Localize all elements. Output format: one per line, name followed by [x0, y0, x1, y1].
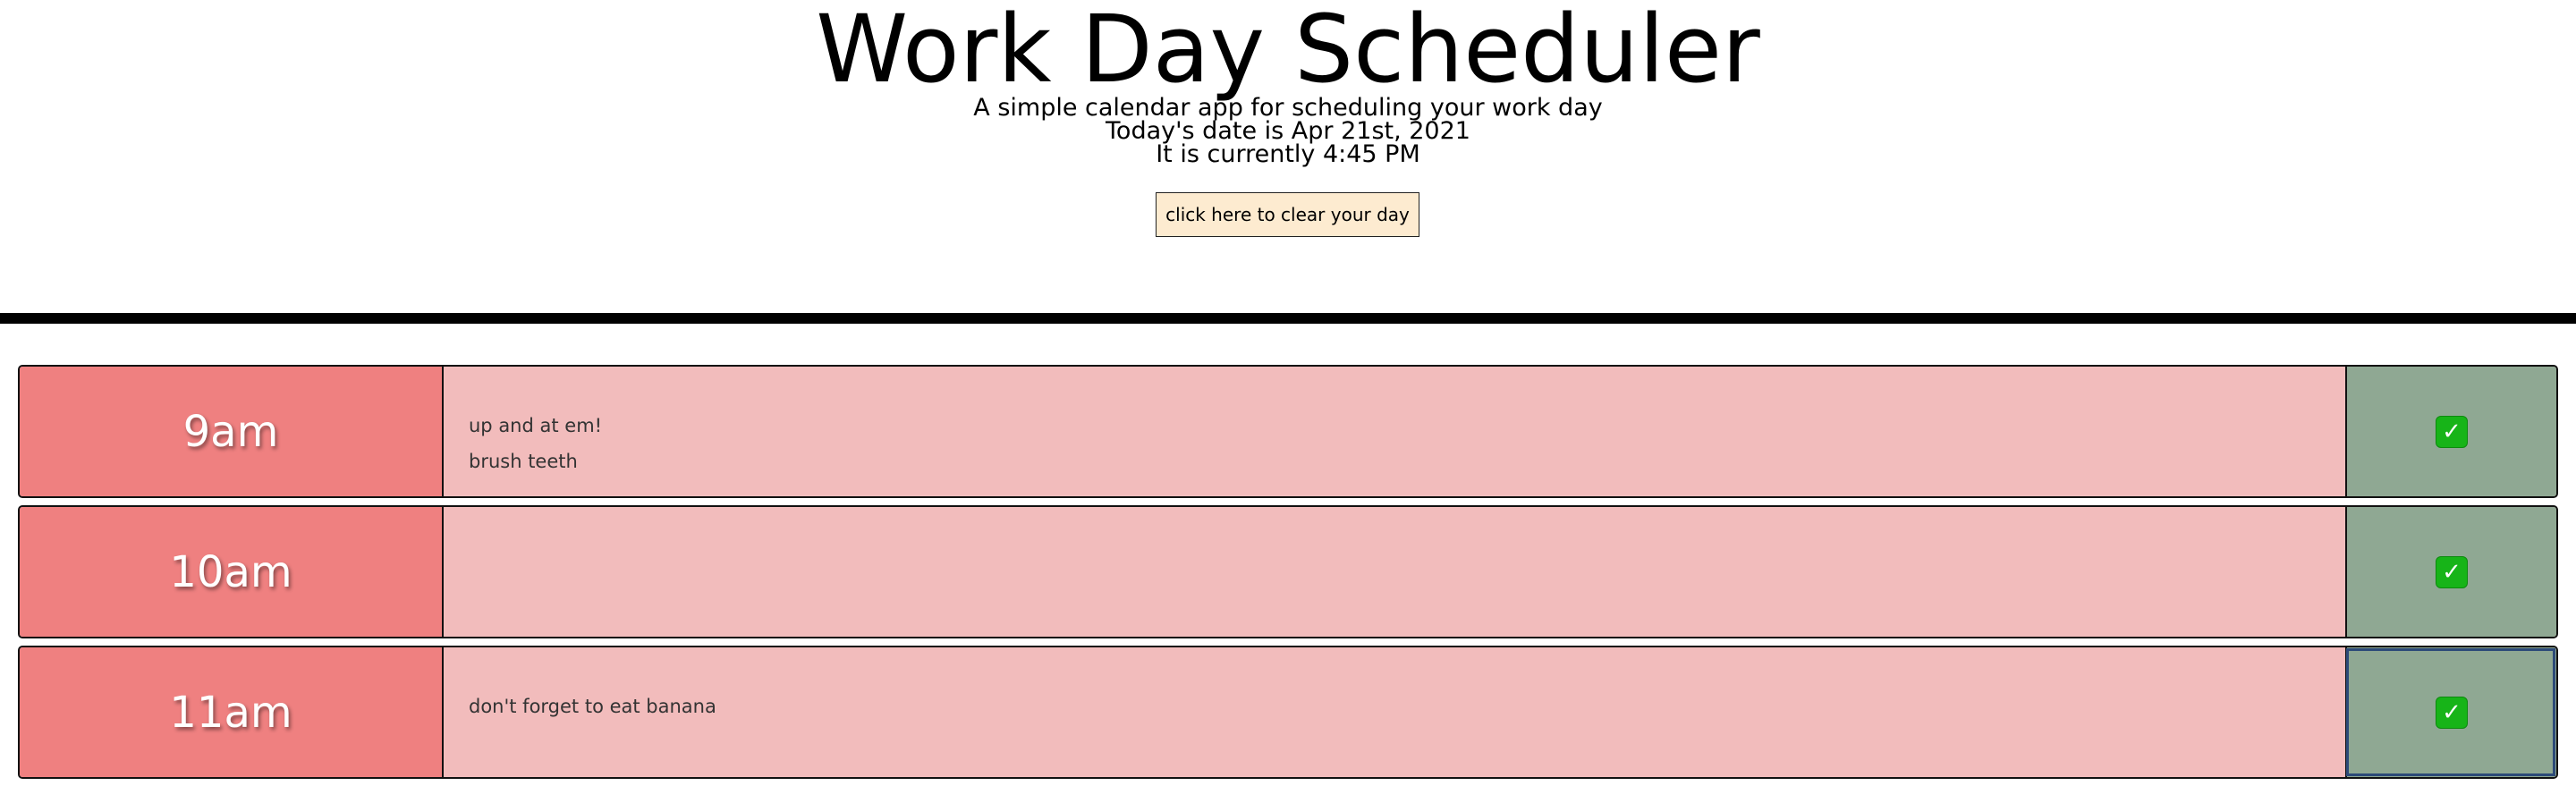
page-title: Work Day Scheduler: [816, 0, 1760, 104]
clear-day-button[interactable]: click here to clear your day: [1156, 192, 1419, 237]
check-mark-icon: ✓: [2436, 555, 2468, 588]
check-mark-icon: ✓: [2436, 696, 2468, 729]
header-divider: [0, 313, 2576, 324]
hour-label: 11am: [20, 647, 444, 777]
time-block-11am: 11am don't forget to eat banana ✓: [18, 646, 2558, 779]
hour-label: 9am: [20, 367, 444, 496]
hour-label: 10am: [20, 507, 444, 637]
save-button[interactable]: ✓: [2345, 367, 2556, 496]
task-textarea[interactable]: don't forget to eat banana: [444, 647, 2365, 777]
time-block-10am: 10am ✓: [18, 505, 2558, 638]
check-mark-icon: ✓: [2436, 415, 2468, 448]
schedule-list: 9am up and at em! brush teeth ✓ 10am ✓ 1…: [18, 365, 2558, 786]
task-textarea[interactable]: up and at em! brush teeth: [444, 367, 2365, 496]
current-time: It is currently 4:45 PM: [1156, 140, 1420, 168]
save-button[interactable]: ✓: [2345, 507, 2556, 637]
time-block-9am: 9am up and at em! brush teeth ✓: [18, 365, 2558, 498]
page-header: Work Day Scheduler A simple calendar app…: [0, 0, 2576, 313]
task-textarea[interactable]: [444, 507, 2365, 637]
save-button[interactable]: ✓: [2345, 647, 2556, 777]
